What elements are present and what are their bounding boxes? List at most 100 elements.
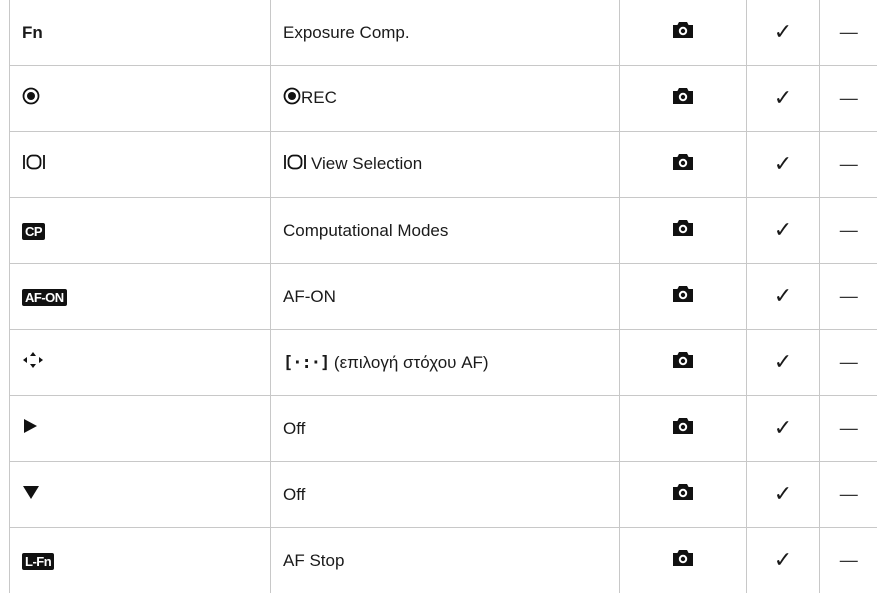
dash-cell: —: [820, 396, 877, 462]
dash-mark: —: [840, 484, 858, 504]
arrow-down-icon: [22, 484, 40, 505]
camera-icon: [672, 153, 694, 176]
check-mark: ✓: [774, 218, 792, 243]
page: Fn Exposure Comp. ✓ — R: [0, 0, 877, 572]
mode-cell: [620, 264, 747, 330]
function-label: Off: [283, 485, 305, 504]
af-target-frame-icon: [·:·]: [283, 353, 329, 373]
button-function-table: Fn Exposure Comp. ✓ — R: [9, 0, 877, 593]
arrow-right-icon: [22, 417, 38, 440]
button-cell: [10, 462, 271, 528]
view-selection-icon: [22, 153, 46, 176]
button-cell: [10, 66, 271, 132]
mode-cell: [620, 528, 747, 593]
check-cell: ✓: [747, 264, 820, 330]
button-cell: CP: [10, 198, 271, 264]
dash-cell: —: [820, 462, 877, 528]
button-cell: Fn: [10, 0, 271, 66]
table-row: Fn Exposure Comp. ✓ —: [10, 0, 877, 66]
function-label: (επιλογή στόχου AF): [334, 353, 489, 372]
check-cell: ✓: [747, 396, 820, 462]
dash-cell: —: [820, 132, 877, 198]
camera-icon: [672, 549, 694, 572]
dash-mark: —: [840, 88, 858, 108]
table-row: REC ✓ —: [10, 66, 877, 132]
mode-cell: [620, 66, 747, 132]
dash-mark: —: [840, 286, 858, 306]
function-label: REC: [301, 88, 337, 107]
dash-mark: —: [840, 154, 858, 174]
mode-cell: [620, 330, 747, 396]
table-row: AF-ON AF-ON ✓ —: [10, 264, 877, 330]
dash-cell: —: [820, 198, 877, 264]
camera-icon: [672, 483, 694, 506]
function-label: View Selection: [311, 154, 422, 173]
button-cell: [10, 396, 271, 462]
mode-cell: [620, 462, 747, 528]
check-cell: ✓: [747, 198, 820, 264]
check-mark: ✓: [774, 350, 792, 375]
table-row: Off ✓ —: [10, 396, 877, 462]
dash-cell: —: [820, 528, 877, 593]
check-cell: ✓: [747, 330, 820, 396]
dash-mark: —: [840, 550, 858, 570]
check-mark: ✓: [774, 86, 792, 111]
table-row: L-Fn AF Stop ✓ —: [10, 528, 877, 593]
function-cell: Exposure Comp.: [271, 0, 620, 66]
rec-button-icon: [22, 87, 40, 110]
function-label: AF-ON: [283, 287, 336, 306]
lfn-badge: L-Fn: [22, 553, 54, 570]
check-mark: ✓: [774, 416, 792, 441]
function-label: AF Stop: [283, 551, 344, 570]
function-cell: Off: [271, 462, 620, 528]
dash-mark: —: [840, 352, 858, 372]
button-cell: AF-ON: [10, 264, 271, 330]
function-label: Off: [283, 419, 305, 438]
function-cell: Computational Modes: [271, 198, 620, 264]
check-mark: ✓: [774, 548, 792, 573]
mode-cell: [620, 0, 747, 66]
mode-cell: [620, 198, 747, 264]
check-cell: ✓: [747, 132, 820, 198]
camera-icon: [672, 351, 694, 374]
camera-icon: [672, 21, 694, 44]
table-row: View Selection ✓ —: [10, 132, 877, 198]
mode-cell: [620, 396, 747, 462]
button-cell: L-Fn: [10, 528, 271, 593]
camera-icon: [672, 219, 694, 242]
dash-cell: —: [820, 0, 877, 66]
table-row: Off ✓ —: [10, 462, 877, 528]
function-cell: AF Stop: [271, 528, 620, 593]
rec-icon: [283, 87, 301, 110]
check-cell: ✓: [747, 528, 820, 593]
dash-cell: —: [820, 264, 877, 330]
af-on-badge: AF-ON: [22, 289, 67, 306]
check-cell: ✓: [747, 462, 820, 528]
function-cell: AF-ON: [271, 264, 620, 330]
dash-mark: —: [840, 220, 858, 240]
fn-button-label: Fn: [22, 23, 43, 42]
check-mark: ✓: [774, 284, 792, 309]
function-cell: Off: [271, 396, 620, 462]
check-cell: ✓: [747, 0, 820, 66]
button-cell: [10, 132, 271, 198]
function-label: Exposure Comp.: [283, 23, 410, 42]
camera-icon: [672, 285, 694, 308]
function-cell: [·:·] (επιλογή στόχου AF): [271, 330, 620, 396]
dash-cell: —: [820, 330, 877, 396]
dash-cell: —: [820, 66, 877, 132]
table-row: CP Computational Modes ✓ —: [10, 198, 877, 264]
check-mark: ✓: [774, 482, 792, 507]
function-cell: View Selection: [271, 132, 620, 198]
camera-icon: [672, 87, 694, 110]
view-selection-icon: [283, 153, 307, 176]
cp-badge: CP: [22, 223, 45, 240]
table-row: [·:·] (επιλογή στόχου AF) ✓ —: [10, 330, 877, 396]
multi-selector-icon: [22, 351, 44, 374]
check-mark: ✓: [774, 152, 792, 177]
function-cell: REC: [271, 66, 620, 132]
check-cell: ✓: [747, 66, 820, 132]
dash-mark: —: [840, 22, 858, 42]
dash-mark: —: [840, 418, 858, 438]
function-label: Computational Modes: [283, 221, 448, 240]
